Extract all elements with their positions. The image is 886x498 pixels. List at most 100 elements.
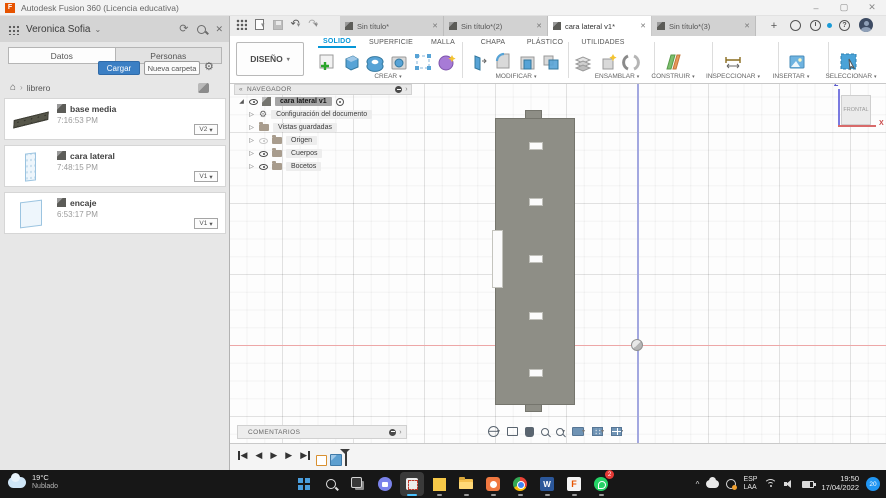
tab-close-icon[interactable]: ✕ bbox=[432, 22, 438, 30]
browser-row-sketches[interactable]: ▷ Bocetos bbox=[234, 160, 412, 173]
file-name[interactable]: cara lateral bbox=[70, 151, 115, 161]
user-dropdown-caret-icon[interactable]: ⌄ bbox=[95, 25, 102, 34]
origin-point[interactable] bbox=[631, 339, 643, 351]
file-name[interactable]: base media bbox=[70, 104, 116, 114]
version-dropdown[interactable]: V1 ▾ bbox=[194, 171, 218, 182]
breadcrumb-folder[interactable]: librero bbox=[27, 83, 51, 93]
timeline-play-button[interactable]: ▶ bbox=[270, 450, 277, 461]
document-tab-4[interactable]: Sin título*(3) ✕ bbox=[652, 16, 756, 36]
viewports-icon[interactable] bbox=[611, 427, 623, 436]
hole-icon[interactable] bbox=[388, 50, 410, 73]
group-modificar[interactable]: MODIFICAR ▾ bbox=[468, 73, 564, 80]
clock-date[interactable]: 19:50 17/04/2022 bbox=[821, 475, 859, 492]
ribbon-tab-utilidades[interactable]: UTILIDADES bbox=[576, 36, 630, 48]
create-sketch-icon[interactable] bbox=[316, 50, 338, 73]
job-status-clock-icon[interactable] bbox=[810, 19, 821, 31]
group-seleccionar[interactable]: SELECCIONAR ▾ bbox=[816, 73, 886, 80]
tab-close-icon[interactable]: ✕ bbox=[640, 22, 646, 30]
chrome-icon[interactable] bbox=[508, 472, 532, 496]
expand-icon[interactable]: ▷ bbox=[248, 124, 255, 131]
save-icon[interactable] bbox=[272, 19, 283, 30]
close-button[interactable]: ✕ bbox=[858, 0, 886, 15]
ribbon-tab-malla[interactable]: MALLA bbox=[424, 36, 462, 48]
expand-icon[interactable]: ▷ bbox=[248, 150, 255, 157]
user-name[interactable]: Veronica Sofia bbox=[26, 24, 91, 35]
word-icon[interactable]: W bbox=[535, 472, 559, 496]
sticky-notes-icon[interactable] bbox=[427, 472, 451, 496]
zoom-icon[interactable] bbox=[541, 427, 550, 436]
expand-icon[interactable]: ▷ bbox=[248, 137, 255, 144]
viewcube[interactable]: FRONTAL bbox=[841, 95, 871, 125]
panel-dock-icon[interactable]: « bbox=[239, 86, 243, 93]
screen-recorder-icon[interactable] bbox=[481, 472, 505, 496]
pattern-icon[interactable] bbox=[412, 50, 434, 73]
comments-panel[interactable]: COMENTARIOS › bbox=[237, 425, 407, 439]
offset-plane-icon[interactable] bbox=[572, 50, 594, 73]
version-dropdown[interactable]: V2 ▾ bbox=[194, 124, 218, 135]
panel-minimize-icon[interactable] bbox=[395, 86, 403, 93]
help-icon[interactable]: ? bbox=[839, 19, 850, 31]
home-icon[interactable]: ⌂ bbox=[10, 82, 16, 93]
teams-chat-icon[interactable] bbox=[373, 472, 397, 496]
activate-radio-icon[interactable] bbox=[335, 97, 344, 106]
weather-widget[interactable]: 19°C Nublado bbox=[8, 472, 58, 491]
browser-row-config[interactable]: ▷ ⚙ Configuración del documento bbox=[234, 108, 412, 121]
part-slot-1[interactable] bbox=[529, 142, 543, 150]
visibility-eye-icon[interactable] bbox=[259, 163, 268, 170]
volume-icon[interactable] bbox=[784, 479, 795, 489]
ribbon-tab-solido[interactable]: SOLIDO bbox=[318, 36, 356, 48]
look-at-icon[interactable] bbox=[507, 427, 519, 436]
file-card-encaje[interactable]: encaje 6:53:17 PM V1 ▾ bbox=[4, 192, 226, 234]
tab-close-icon[interactable]: ✕ bbox=[536, 22, 542, 30]
press-pull-icon[interactable] bbox=[468, 50, 490, 73]
refresh-icon[interactable]: ⟳ bbox=[179, 23, 188, 35]
document-tab-3-active[interactable]: cara lateral v1* ✕ bbox=[548, 16, 652, 36]
document-tab-1[interactable]: Sin título* ✕ bbox=[340, 16, 444, 36]
joint-icon[interactable] bbox=[620, 50, 642, 73]
task-view-icon[interactable] bbox=[346, 472, 370, 496]
extensions-icon[interactable] bbox=[790, 19, 801, 31]
browser-row-origin[interactable]: ▷ Origen bbox=[234, 134, 412, 147]
extrude-icon[interactable] bbox=[340, 50, 362, 73]
document-tab-2[interactable]: Sin título*(2) ✕ bbox=[444, 16, 548, 36]
part-slot-4[interactable] bbox=[529, 312, 543, 320]
notification-count-badge[interactable]: 20 bbox=[866, 477, 880, 491]
search-icon[interactable] bbox=[197, 24, 207, 34]
panel-collapse-icon[interactable]: › bbox=[405, 86, 408, 93]
new-tab-button[interactable]: + bbox=[766, 18, 782, 34]
orbit-icon[interactable] bbox=[488, 426, 499, 437]
revolve-icon[interactable] bbox=[364, 50, 386, 73]
timeline-step-back-button[interactable]: ◀ bbox=[255, 450, 262, 461]
group-insertar[interactable]: INSERTAR ▾ bbox=[760, 73, 822, 80]
visibility-eye-icon[interactable] bbox=[249, 98, 258, 105]
ribbon-tab-superficie[interactable]: SUPERFICIE bbox=[364, 36, 418, 48]
expand-icon[interactable]: ◢ bbox=[238, 98, 245, 105]
language-indicator[interactable]: ESP LAA bbox=[743, 476, 757, 491]
battery-icon[interactable] bbox=[802, 480, 816, 488]
maximize-button[interactable]: ▢ bbox=[830, 0, 858, 15]
expand-icon[interactable]: ▷ bbox=[248, 163, 255, 170]
select-icon[interactable] bbox=[838, 50, 860, 73]
part-slot-5[interactable] bbox=[529, 369, 543, 377]
redo-icon[interactable]: ↷ bbox=[308, 19, 317, 30]
group-crear[interactable]: CREAR ▾ bbox=[318, 73, 458, 80]
panel-settings-gear-icon[interactable]: ⚙ bbox=[204, 60, 214, 73]
ribbon-tab-plastico[interactable]: PLÁSTICO bbox=[522, 36, 568, 48]
minimize-button[interactable]: – bbox=[802, 0, 830, 15]
start-button[interactable] bbox=[292, 472, 316, 496]
pan-icon[interactable] bbox=[525, 426, 535, 437]
timeline-step-forward-button[interactable]: ▶ bbox=[285, 450, 292, 461]
timeline-go-start-button[interactable]: ◀ bbox=[238, 450, 247, 461]
part-edge-notch[interactable] bbox=[492, 230, 503, 288]
file-card-cara-lateral[interactable]: cara lateral 7:48:15 PM V1 ▾ bbox=[4, 145, 226, 187]
browser-row-views[interactable]: ▷ Vistas guardadas bbox=[234, 121, 412, 134]
shell-icon[interactable] bbox=[516, 50, 538, 73]
file-explorer-icon[interactable] bbox=[454, 472, 478, 496]
browser-root-row[interactable]: ◢ cara lateral v1 bbox=[234, 95, 412, 108]
timeline-sketch-feature[interactable] bbox=[316, 455, 327, 466]
hidden-icons-caret[interactable]: ^ bbox=[696, 480, 700, 489]
construct-plane-icon[interactable] bbox=[662, 50, 684, 73]
expand-icon[interactable]: ▷ bbox=[248, 111, 255, 118]
create-form-icon[interactable] bbox=[436, 50, 458, 73]
ribbon-tab-chapa[interactable]: CHAPA bbox=[474, 36, 512, 48]
